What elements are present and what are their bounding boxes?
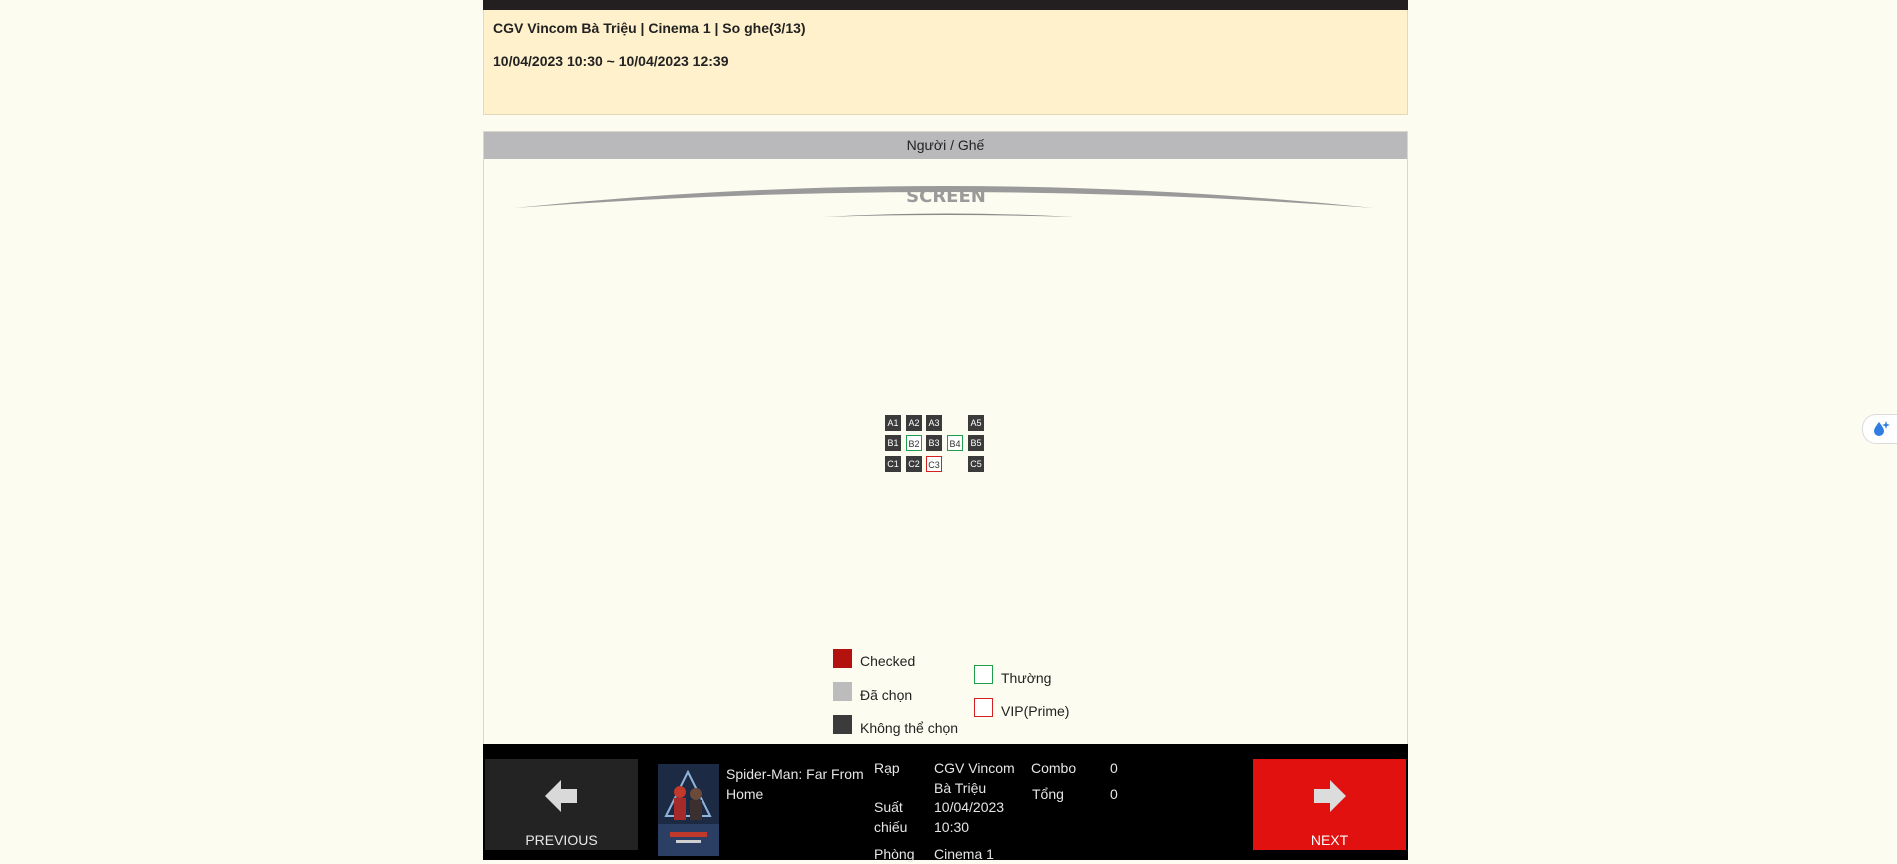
seat-b4[interactable]: B4 xyxy=(947,435,963,451)
suat-value-time: 10:30 xyxy=(934,819,970,835)
tong-value: 0 xyxy=(1110,786,1118,802)
legend-vip-label: VIP(Prime) xyxy=(1001,703,1070,719)
suat-label: Suất chiếu xyxy=(874,799,908,835)
cinema-info: CGV Vincom Bà Triệu | Cinema 1 | So ghe(… xyxy=(493,20,806,36)
combo-label: Combo xyxy=(1031,760,1077,776)
showtime-info-panel: CGV Vincom Bà Triệu | Cinema 1 | So ghe(… xyxy=(483,10,1408,115)
arrow-right-icon xyxy=(1314,780,1346,812)
seat-a3[interactable]: A3 xyxy=(926,415,942,431)
booking-summary-bar: PREVIOUS Spider-Man: Far From Home Rạp C… xyxy=(483,744,1408,862)
next-label: NEXT xyxy=(1310,832,1349,848)
seat-c3[interactable]: C3 xyxy=(926,456,942,472)
previous-label: PREVIOUS xyxy=(525,832,598,848)
tong-label: Tổng xyxy=(1032,786,1064,802)
movie-title: Spider-Man: Far From Home xyxy=(726,766,864,802)
screen-label: SCREEN xyxy=(906,186,986,207)
showtime-range: 10/04/2023 10:30 ~ 10/04/2023 12:39 xyxy=(493,53,729,69)
next-button[interactable]: NEXT xyxy=(1253,759,1406,850)
seat-b5[interactable]: B5 xyxy=(968,435,984,451)
screen-underline xyxy=(824,213,1074,217)
legend-selected-label: Đã chọn xyxy=(860,687,913,703)
phong-value: Cinema 1 xyxy=(934,846,994,862)
seat-panel-title: Người / Ghế xyxy=(484,132,1407,159)
seat-b2[interactable]: B2 xyxy=(906,435,922,451)
seat-b3[interactable]: B3 xyxy=(926,435,942,451)
legend-unavailable-label: Không thể chọn xyxy=(860,720,959,736)
legend-checked-swatch xyxy=(833,649,852,668)
seat-selection-panel: Người / Ghế SCREEN A1 A2 A3 A5 B1 B2 B3 … xyxy=(483,131,1408,745)
phong-label: Phòng xyxy=(874,846,915,862)
suat-value-date: 10/04/2023 xyxy=(934,799,1005,815)
movie-poster xyxy=(658,764,719,856)
seat-a5[interactable]: A5 xyxy=(968,415,984,431)
floating-widget-button[interactable] xyxy=(1862,414,1897,444)
seat-c5[interactable]: C5 xyxy=(968,456,984,472)
rap-value: CGV Vincom Bà Triệu xyxy=(934,760,1015,796)
screen-graphic: SCREEN xyxy=(514,186,1374,217)
top-bar xyxy=(483,0,1408,10)
rap-label: Rạp xyxy=(874,760,900,776)
arrow-left-icon xyxy=(545,780,577,812)
seat-b1[interactable]: B1 xyxy=(885,435,901,451)
combo-value: 0 xyxy=(1110,760,1118,776)
previous-button[interactable]: PREVIOUS xyxy=(485,759,638,850)
legend-normal-label: Thường xyxy=(1001,670,1052,686)
legend-checked-label: Checked xyxy=(860,653,916,669)
seat-c2[interactable]: C2 xyxy=(906,456,922,472)
legend-vip-swatch xyxy=(974,698,993,717)
seat-a1[interactable]: A1 xyxy=(885,415,901,431)
legend-normal-swatch xyxy=(974,665,993,684)
seat-c1[interactable]: C1 xyxy=(885,456,901,472)
legend-selected-swatch xyxy=(833,682,852,701)
seat-a2[interactable]: A2 xyxy=(906,415,922,431)
legend-unavailable-swatch xyxy=(833,715,852,734)
droplet-sparkle-icon xyxy=(1874,421,1890,436)
